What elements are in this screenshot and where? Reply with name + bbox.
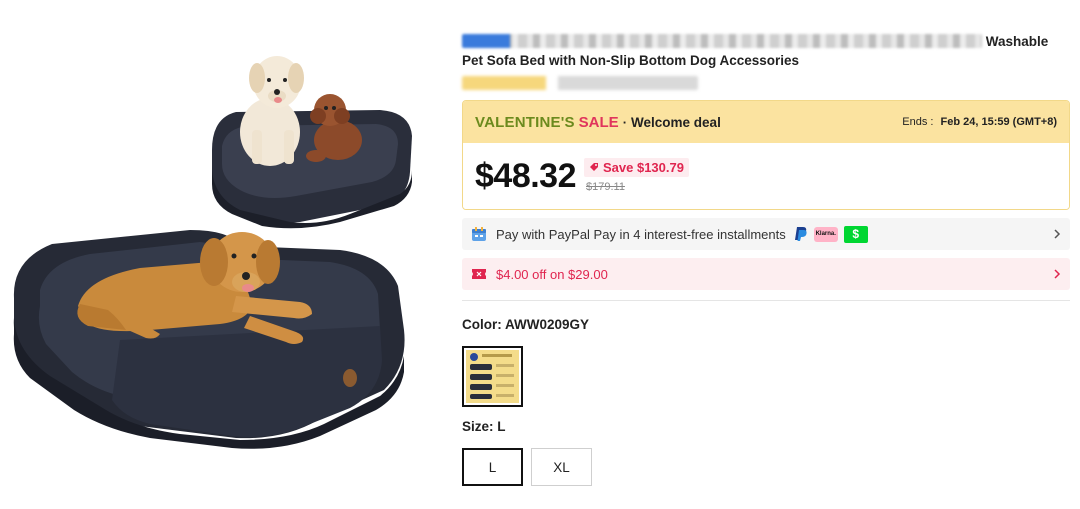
save-amount: Save $130.79 bbox=[603, 159, 684, 175]
sale-ends-value: Feb 24, 15:59 (GMT+8) bbox=[940, 116, 1057, 128]
paypal-logo-icon bbox=[794, 227, 807, 241]
sale-header: VALENTINE'S SALE · Welcome deal Ends : F… bbox=[463, 101, 1069, 143]
product-info-panel: Washable Pet Sofa Bed with Non-Slip Bott… bbox=[462, 32, 1070, 486]
color-swatch-selected[interactable] bbox=[462, 346, 523, 407]
chevron-right-icon bbox=[1054, 229, 1061, 239]
dog-sofa-bed-image bbox=[13, 56, 412, 449]
save-badge: Save $130.79 bbox=[584, 157, 689, 177]
large-sofa-bed bbox=[13, 230, 405, 449]
product-image[interactable] bbox=[0, 0, 440, 509]
paypal-text: Pay with PayPal Pay in 4 interest-free i… bbox=[496, 226, 786, 242]
divider bbox=[462, 300, 1070, 301]
klarna-logo-icon: Klarna. bbox=[813, 226, 838, 242]
title-line-2: Pet Sofa Bed with Non-Slip Bottom Dog Ac… bbox=[462, 53, 800, 68]
price-row: $48.32 Save $130.79 $179.11 bbox=[463, 143, 1069, 209]
color-label: Color: AWW0209GY bbox=[462, 317, 590, 332]
paypal-installments-row[interactable]: Pay with PayPal Pay in 4 interest-free i… bbox=[462, 218, 1070, 250]
size-option-l[interactable]: L bbox=[462, 448, 523, 486]
title-redacted-text bbox=[462, 34, 982, 48]
coupon-row[interactable]: $4.00 off on $29.00 bbox=[462, 258, 1070, 290]
current-price: $48.32 bbox=[475, 156, 577, 195]
payment-logos: Klarna. $ bbox=[794, 225, 868, 243]
title-visible-suffix: Washable bbox=[985, 34, 1049, 49]
original-price: $179.11 bbox=[586, 180, 625, 193]
rating-redacted bbox=[462, 76, 698, 90]
sale-word-sale: SALE bbox=[578, 113, 619, 131]
sale-box: VALENTINE'S SALE · Welcome deal Ends : F… bbox=[462, 100, 1070, 210]
sale-deal-label: Welcome deal bbox=[631, 114, 721, 130]
small-sofa-bed bbox=[212, 56, 412, 229]
product-title: Washable Pet Sofa Bed with Non-Slip Bott… bbox=[462, 32, 1070, 70]
sale-title: VALENTINE'S SALE · Welcome deal bbox=[475, 114, 721, 131]
savings-info: Save $130.79 $179.11 bbox=[584, 157, 689, 193]
color-swatch-image bbox=[466, 350, 519, 403]
tag-icon bbox=[590, 163, 598, 171]
paypal-calendar-icon bbox=[470, 225, 488, 243]
size-label: Size: L bbox=[462, 419, 506, 434]
sale-ends-label: Ends : bbox=[902, 116, 934, 128]
sale-countdown: Ends : Feb 24, 15:59 (GMT+8) bbox=[902, 116, 1057, 128]
size-options: L XL bbox=[462, 448, 1070, 486]
coupon-ticket-icon bbox=[470, 265, 488, 283]
size-option-xl[interactable]: XL bbox=[531, 448, 592, 486]
cashapp-logo-icon: $ bbox=[843, 225, 868, 243]
sale-separator: · bbox=[622, 114, 628, 130]
coupon-text: $4.00 off on $29.00 bbox=[496, 266, 608, 282]
chevron-right-icon bbox=[1054, 269, 1061, 279]
sale-word-valentines: VALENTINE'S bbox=[475, 113, 575, 131]
paypal-text-wrap: Pay with PayPal Pay in 4 interest-free i… bbox=[496, 225, 1052, 243]
